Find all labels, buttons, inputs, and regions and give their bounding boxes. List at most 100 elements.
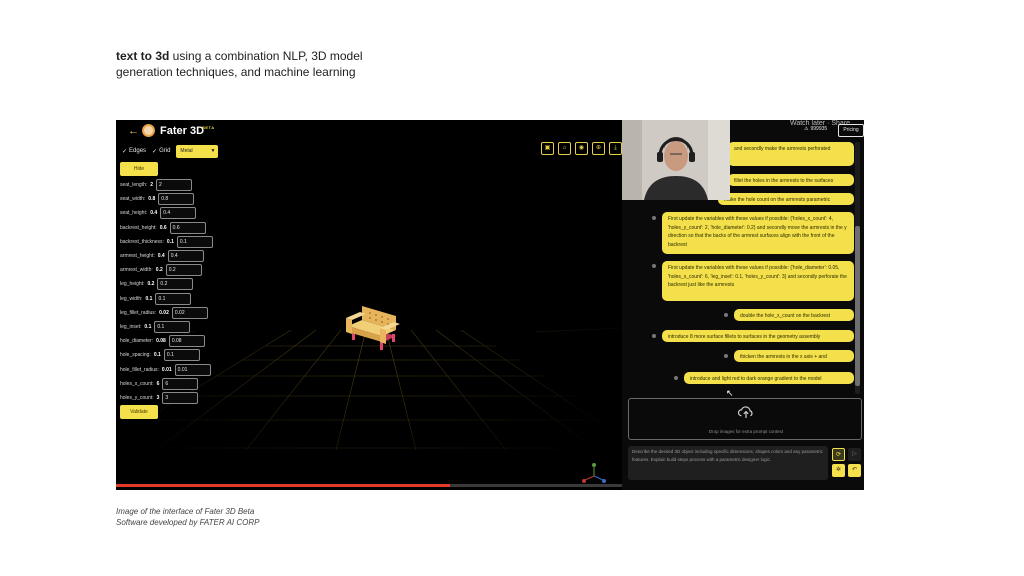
upload-cloud-icon — [737, 406, 753, 418]
settings-icon[interactable]: ✲ — [832, 464, 845, 477]
caption-line-2: Software developed by FATER AI CORP — [116, 518, 260, 527]
param-row: seat_height: 0.4 0.4 — [120, 206, 213, 220]
param-input[interactable]: 6 — [162, 377, 199, 390]
param-input[interactable]: 0.2 — [157, 278, 194, 291]
param-input[interactable]: 3 — [162, 391, 199, 404]
param-input[interactable]: 0.6 — [169, 221, 206, 234]
logo-icon — [142, 124, 155, 137]
user-avatar — [652, 334, 656, 338]
param-input[interactable]: 0.4 — [160, 207, 197, 220]
param-row: armrest_height: 0.4 0.4 — [120, 249, 213, 263]
validate-button[interactable]: Validate — [120, 405, 158, 419]
param-label: holes_y_count: — [120, 394, 154, 401]
credits-counter: ⚠ 999935 — [804, 126, 827, 132]
param-row: hole_fillet_radius: 0.01 0.01 — [120, 362, 213, 376]
param-label: leg_inset: — [120, 323, 142, 330]
param-input[interactable]: 0.1 — [155, 292, 192, 305]
user-avatar — [652, 264, 656, 268]
param-row: holes_y_count: 3 3 — [120, 391, 213, 405]
material-select[interactable]: Metal ▼ — [176, 144, 219, 158]
scroll-thumb[interactable] — [855, 226, 860, 386]
webcam-overlay — [622, 120, 730, 200]
param-label: seat_length: — [120, 182, 148, 189]
param-value: 0.01 — [161, 366, 172, 373]
mouse-cursor-icon: ↖ — [726, 388, 734, 398]
hide-button[interactable]: Hide — [120, 162, 158, 176]
param-input[interactable]: 0.1 — [154, 320, 191, 333]
grid-label: Grid — [159, 148, 171, 154]
checkmark-icon: ✓ — [152, 148, 158, 155]
send-icon[interactable]: ▷ — [848, 448, 861, 461]
chat-message: thicken the armrests in the x axis + and — [734, 350, 854, 362]
save-icon[interactable]: ▣ — [541, 142, 554, 155]
param-row: seat_length: 2 2 — [120, 178, 213, 192]
chevron-down-icon: ▼ — [210, 147, 216, 154]
caption-line-1: Image of the interface of Fater 3D Beta — [116, 507, 255, 516]
video-progress-bar[interactable] — [116, 484, 622, 487]
pricing-button[interactable]: Pricing — [838, 124, 864, 137]
param-row: backrest_height: 0.6 0.6 — [120, 221, 213, 235]
param-label: backrest_height: — [120, 224, 157, 231]
chat-message: First update the variables with these va… — [662, 261, 854, 301]
drop-zone-text: Drop images for extra prompt context — [708, 429, 784, 434]
grid-toggle[interactable]: ✓ Grid — [152, 148, 170, 155]
param-input[interactable]: 2 — [156, 179, 193, 192]
param-input[interactable]: 0.4 — [167, 250, 204, 263]
globe-icon[interactable]: ⊕ — [592, 142, 605, 155]
edges-label: Edges — [129, 148, 147, 154]
param-row: holes_x_count: 6 6 — [120, 377, 213, 391]
param-row: backrest_thickness: 0.1 0.1 — [120, 235, 213, 249]
beta-badge: BETA — [202, 125, 215, 130]
param-value: 0.4 — [150, 210, 158, 217]
sofa-leg — [392, 334, 395, 342]
param-row: hole_diameter: 0.08 0.08 — [120, 334, 213, 348]
param-label: backrest_thickness: — [120, 238, 164, 245]
param-input[interactable]: 0.1 — [163, 349, 200, 362]
chat-scrollbar[interactable] — [855, 142, 860, 394]
image-drop-zone[interactable]: Drop images for extra prompt context — [628, 398, 862, 440]
param-input[interactable]: 0.8 — [158, 193, 195, 206]
chat-message: make the hole count on the armrests para… — [718, 193, 854, 205]
back-arrow-icon[interactable]: ← — [128, 125, 139, 137]
param-label: armrest_width: — [120, 267, 153, 274]
param-input[interactable]: 0.02 — [171, 306, 208, 319]
parameter-list: seat_length: 2 2 seat_width: 0.8 0.8 seat_heig… — [120, 178, 213, 405]
param-value: 6 — [156, 380, 160, 387]
sofa-armrest-right — [380, 328, 386, 344]
figure-caption: Image of the interface of Fater 3D Beta … — [116, 506, 259, 528]
param-input[interactable]: 0.1 — [176, 235, 213, 248]
video-progress-fill — [116, 484, 450, 487]
param-row: hole_spacing: 0.1 0.1 — [120, 348, 213, 362]
download-icon[interactable]: ⤓ — [609, 142, 622, 155]
param-value: 0.08 — [156, 338, 166, 345]
home-icon[interactable]: ⌂ — [558, 142, 571, 155]
sofa-armrest-left — [346, 318, 352, 334]
headline-bold: text to 3d — [116, 49, 170, 63]
undo-icon[interactable]: ↶ — [848, 464, 861, 477]
param-label: leg_width: — [120, 295, 143, 302]
param-input[interactable]: 0.2 — [165, 264, 202, 277]
refresh-icon[interactable]: ⟳ — [832, 448, 845, 461]
param-label: leg_fillet_radius: — [120, 309, 157, 316]
chat-message: fillet the holes in the armrests to the … — [728, 174, 854, 186]
param-value: 0.1 — [153, 352, 161, 359]
param-value: 0.1 — [145, 295, 153, 302]
param-input[interactable]: 0.01 — [174, 363, 211, 376]
edges-toggle[interactable]: ✓ Edges — [122, 148, 146, 155]
user-avatar — [724, 313, 728, 317]
chat-message: double the hole_x_count on the backrest — [734, 309, 854, 321]
param-value: 0.02 — [159, 309, 169, 316]
param-row: leg_height: 0.2 0.2 — [120, 277, 213, 291]
chat-message: introduce 8 more surface fillets to surf… — [662, 330, 854, 342]
param-value: 0.1 — [166, 238, 174, 245]
param-label: hole_fillet_radius: — [120, 366, 159, 373]
param-input[interactable]: 0.08 — [168, 335, 205, 348]
param-row: seat_width: 0.8 0.8 — [120, 192, 213, 206]
param-label: seat_width: — [120, 196, 146, 203]
param-label: hole_diameter: — [120, 338, 154, 345]
prompt-input[interactable]: Describe the desired 3D object including… — [628, 446, 828, 480]
app-screenshot: ← Fater 3D BETA ✓ Edges ✓ Grid Metal ▼ Hide… — [116, 120, 864, 490]
param-label: armrest_height: — [120, 253, 155, 260]
camera-icon[interactable]: ◉ — [575, 142, 588, 155]
chat-message: and secondly make the armrests perforate… — [728, 142, 854, 166]
